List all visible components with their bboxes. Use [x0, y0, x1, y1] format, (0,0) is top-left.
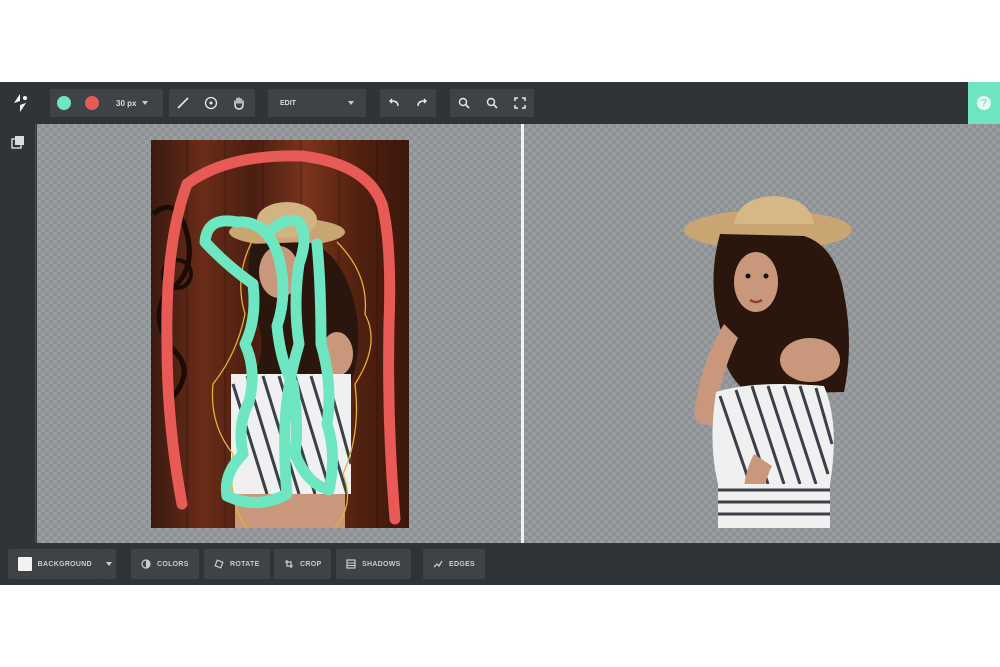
- fit-screen-button[interactable]: [506, 89, 534, 117]
- redo-icon: [417, 98, 427, 107]
- edges-icon: [433, 560, 443, 568]
- background-options-button[interactable]: [102, 549, 116, 579]
- crop-icon: [285, 560, 293, 568]
- remove-color-button[interactable]: [78, 89, 106, 117]
- undo-icon: [389, 98, 399, 107]
- layers-icon[interactable]: [10, 134, 26, 150]
- help-icon: ?: [977, 96, 991, 110]
- crop-label: CROP: [300, 560, 322, 568]
- background-swatch-icon: [18, 557, 32, 571]
- background-button[interactable]: BACKGROUND: [8, 549, 102, 579]
- zoom-out-button[interactable]: [450, 89, 478, 117]
- rotate-icon: [214, 559, 224, 569]
- tool-group: [169, 89, 255, 117]
- redo-button[interactable]: [408, 89, 436, 117]
- help-button[interactable]: ?: [968, 82, 1000, 124]
- crop-button[interactable]: CROP: [274, 549, 332, 579]
- keep-color-icon: [57, 96, 71, 110]
- colors-button[interactable]: COLORS: [131, 549, 199, 579]
- shadows-button[interactable]: SHADOWS: [336, 549, 411, 579]
- top-toolbar: 30 px EDIT ?: [0, 82, 1000, 124]
- history-group: [380, 89, 436, 117]
- bottom-toolbar: BACKGROUND COLORS ROTATE CROP SHADOWS ED…: [0, 543, 1000, 585]
- undo-button[interactable]: [380, 89, 408, 117]
- chevron-down-icon: [106, 562, 112, 566]
- keep-color-button[interactable]: [50, 89, 78, 117]
- chevron-down-icon: [348, 101, 354, 105]
- zoom-in-icon: [486, 97, 498, 109]
- background-label: BACKGROUND: [37, 560, 92, 568]
- shadows-icon: [346, 559, 356, 569]
- cutout-result-photo: [684, 196, 852, 528]
- original-image-canvas[interactable]: [37, 124, 521, 543]
- original-photo: [151, 140, 409, 529]
- fit-screen-icon: [514, 97, 526, 109]
- colors-icon: [141, 559, 151, 569]
- eraser-tool-button[interactable]: [197, 89, 225, 117]
- mode-select-group: EDIT: [268, 89, 366, 117]
- result-canvas[interactable]: [524, 124, 1000, 543]
- chevron-down-icon: [142, 101, 149, 105]
- edges-label: EDGES: [449, 560, 476, 568]
- mode-value: EDIT: [280, 99, 296, 107]
- rotate-button[interactable]: ROTATE: [204, 549, 270, 579]
- remove-color-icon: [85, 96, 99, 110]
- left-sidebar: [0, 124, 36, 543]
- eraser-circle-icon: [204, 96, 218, 110]
- edges-button[interactable]: EDGES: [423, 549, 486, 579]
- shadows-label: SHADOWS: [362, 560, 401, 568]
- editor-window: 30 px EDIT ? BACKGROUND COLORS ROTATE CR…: [0, 82, 1000, 585]
- brush-size-value: 30 px: [116, 98, 137, 108]
- pen-icon: [177, 97, 189, 109]
- rotate-label: ROTATE: [230, 560, 260, 568]
- mode-select[interactable]: EDIT: [268, 89, 366, 117]
- colors-label: COLORS: [157, 560, 189, 568]
- zoom-group: [450, 89, 534, 117]
- pen-tool-button[interactable]: [169, 89, 197, 117]
- brush-size-select[interactable]: 30 px: [106, 89, 156, 117]
- brush-group: 30 px: [50, 89, 163, 117]
- zoom-out-icon: [458, 97, 470, 109]
- hand-pan-icon: [234, 97, 244, 110]
- app-logo-icon[interactable]: [8, 91, 32, 115]
- zoom-in-button[interactable]: [478, 89, 506, 117]
- pan-tool-button[interactable]: [225, 89, 253, 117]
